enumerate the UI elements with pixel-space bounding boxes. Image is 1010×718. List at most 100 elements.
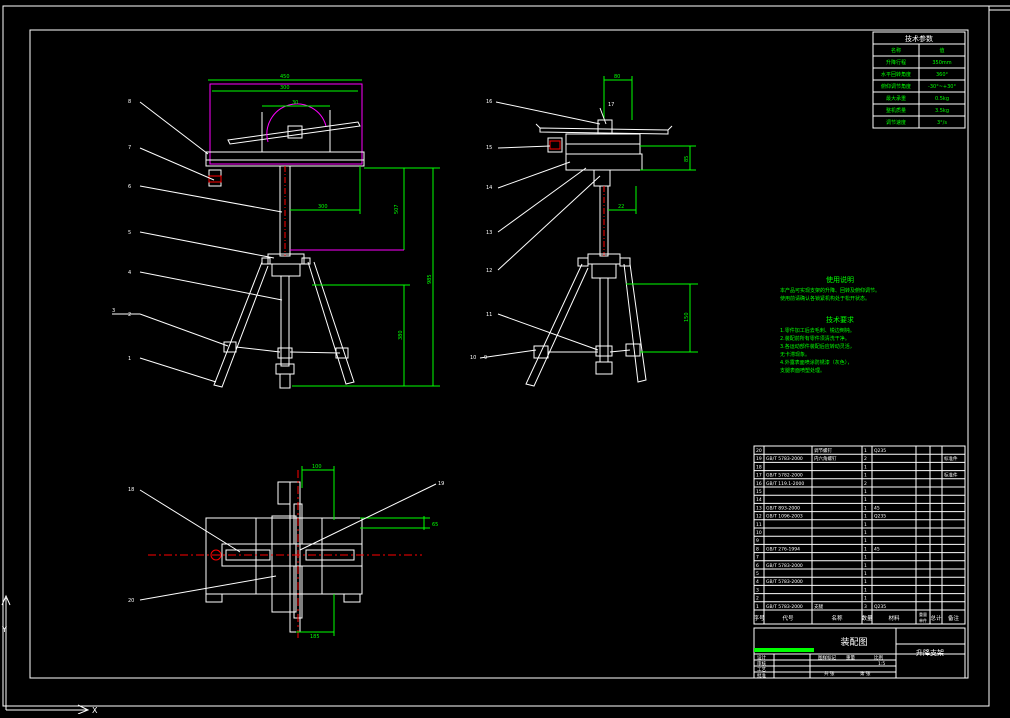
bom-cell: 4 [756,579,759,585]
bom-cell: 1 [756,604,759,610]
bom-header: 数量 [861,614,873,622]
bom-cell: 标准件 [944,455,958,462]
tech-param-value: 值 [939,47,944,54]
dim-text: 380 [398,330,404,340]
balloon-label: 1 [128,356,131,362]
bom-header: 总计 [930,614,942,622]
balloon-label: 20 [128,598,134,604]
balloon-label: 17 [608,102,614,108]
balloon-label: 11 [486,312,492,318]
balloon-label: 13 [486,230,492,236]
tech-requirement-line: 4.外露表面喷涂防锈漆（灰色）， [780,359,852,366]
bom-cell: 45 [874,546,880,552]
dim-text: 507 [394,204,400,214]
tech-param-key: 升降行程 [886,59,906,66]
bom-cell: GB/T 5783-2000 [766,604,803,610]
bom-cell: 1 [864,538,867,544]
bom-cell: 20 [756,448,762,454]
bom-cell: 2 [756,596,759,602]
title-scale-label: 图样标记 [818,654,836,661]
bom-cell: 1 [864,587,867,593]
balloon-label: 12 [486,268,492,274]
bom-cell: GB/T 5783-2000 [766,563,803,569]
tech-params-table: 技术参数名称 值升降行程 350mm 水平回转角度 360° 俯仰调节角度 -30°~+30… [872,31,966,129]
balloon-label: 7 [128,145,131,151]
tech-param-key: 名称 [891,47,901,54]
title-role-label: 工艺 [757,667,766,673]
bom-cell: 6 [756,563,759,569]
bom-cell: 12 [756,514,762,520]
bom-cell: GB/T 276-1994 [766,546,800,552]
bom-cell: 1 [864,546,867,552]
tech-param-value: -30°~+30° [928,84,956,90]
drawing-frame [2,5,1010,707]
bom-cell: GB/T 5782-2000 [766,473,803,479]
bom-cell: 1 [864,514,867,520]
bom-cell: 1 [864,579,867,585]
tech-param-value: 360° [936,72,949,78]
tech-requirement-line: 3.各运动部件装配后应转动灵活， [780,343,855,350]
bom-cell: Q235 [874,604,886,610]
balloon-label: 4 [128,270,131,276]
tech-requirements-title: 技术要求 [826,315,854,324]
dim-text: 300 [280,85,290,91]
balloon-label: 10 [470,355,476,361]
bom-header: 材料 [888,614,900,622]
balloon-label: 16 [486,99,492,105]
cad-viewport[interactable]: Y X 450 300 30 300 507 985 380 8 7 6 5 4… [0,0,1010,715]
top-leaders [139,483,437,601]
dim-text: 80 [614,74,620,80]
bom-cell: 1 [864,497,867,503]
front-leaders [112,101,283,383]
tech-table-title: 技术参数 [905,34,933,43]
bom-cell: 1 [864,530,867,536]
bom-cell: 9 [756,538,759,544]
side-leaders [479,101,607,359]
front-balloons: 8 7 6 5 4 3 2 1 [112,99,131,362]
bom-header: 序号 [753,614,765,622]
bom-cell: 2 [864,481,867,487]
tech-param-value: 350mm [932,60,951,66]
bom-cell: 1 [864,448,867,454]
bom-cell: 1 [864,489,867,495]
bom-cell: 10 [756,530,762,536]
bom-cell: 1 [864,555,867,561]
dim-text: 185 [310,634,320,640]
dim-text: 450 [280,74,290,80]
bom-table: 20 调节螺钉 1 Q23519 GB/T 5783-2000 内六角螺钉 2 标准件18 11… [753,445,966,625]
bom-cell: GB/T 1096-2003 [766,514,803,520]
bom-cell: 8 [756,546,759,552]
dim-text: 985 [427,274,433,284]
bom-cell: 1 [864,464,867,470]
dim-text: 22 [618,204,624,210]
bom-cell: GB/T 5783-2000 [766,456,803,462]
dim-text: 30 [292,100,298,106]
bom-cell: 2 [864,456,867,462]
usage-note-line: 本产品可实现支架的升降、回转及俯仰调节。 [780,287,880,294]
bom-cell: 1 [864,571,867,577]
usage-note-line: 使用前请确认各锁紧机构处于松开状态。 [780,295,870,302]
bom-header-weight: 重量 [919,611,927,617]
bom-cell: 调节螺钉 [814,447,832,454]
side-view [525,76,698,387]
balloon-label: 15 [486,145,492,151]
title-bar-fill [754,648,814,652]
title-block: 装配图升降支架设计审核工艺批准 图样标记 重量 比例1:5 共 张 第 张 [753,627,966,679]
balloon-label: 3 [112,308,115,314]
title-role-label: 设计 [757,654,766,661]
ucs-icon: Y X [1,594,98,715]
bom-cell: 11 [756,522,762,528]
dim-text: 150 [684,312,690,322]
tech-requirement-line: 支腿表面喷塑处理。 [780,367,825,374]
title-scale-label: 重量 [846,654,855,661]
tech-param-value: 3°/s [937,120,947,126]
balloon-label: 2 [128,312,131,318]
tech-param-value: 3.5kg [935,108,949,114]
bom-cell: 16 [756,481,762,487]
tech-param-value: 0.5kg [935,96,949,102]
bom-cell: Q235 [874,448,886,454]
top-dimensions: 100 65 185 [310,464,438,640]
bom-cell: 18 [756,464,762,470]
dim-text: 100 [312,464,322,470]
tech-requirement-line: 1.零件加工后去毛刺、锐边倒钝。 [780,327,855,334]
